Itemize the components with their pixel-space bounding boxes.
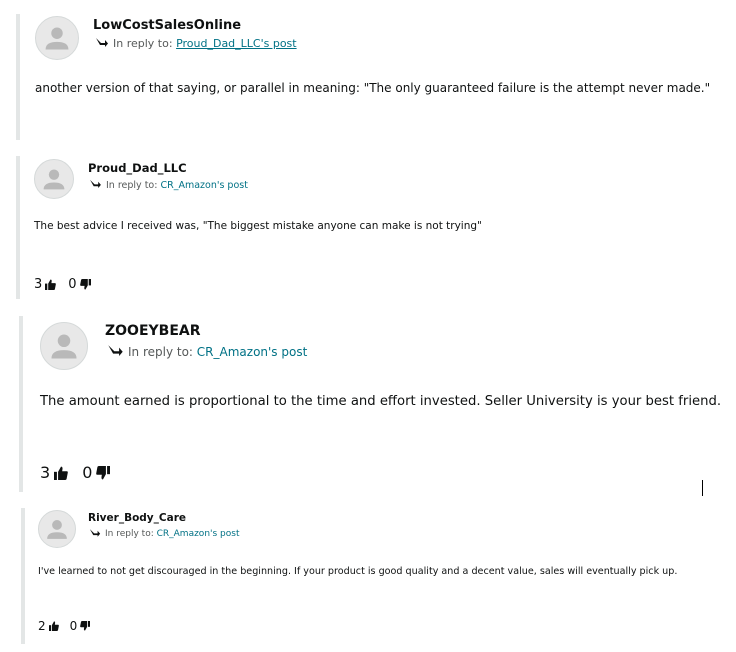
downvote-count: 0 <box>69 619 78 633</box>
downvote-button[interactable]: 0 <box>68 277 91 292</box>
vote-controls: 2 0 <box>38 619 91 633</box>
thread-bar <box>21 508 25 644</box>
author-name[interactable]: LowCostSalesOnline <box>93 18 241 33</box>
avatar[interactable] <box>38 510 76 548</box>
reply-prefix: In reply to: <box>128 344 193 359</box>
thumbs-up-icon <box>54 466 68 480</box>
post-text: another version of that saying, or paral… <box>35 81 711 95</box>
reply-prefix: In reply to: <box>105 529 154 539</box>
post-text: The best advice I received was, "The big… <box>34 220 482 232</box>
vote-controls: 3 0 <box>34 277 91 292</box>
avatar[interactable] <box>35 16 79 60</box>
downvote-count: 0 <box>82 463 93 482</box>
user-silhouette-icon <box>43 169 65 190</box>
user-silhouette-icon <box>47 520 67 539</box>
reply-arrow-icon <box>89 528 101 540</box>
reply-arrow-icon <box>95 37 109 50</box>
thumbs-down-icon <box>80 621 91 631</box>
reply-prefix: In reply to: <box>113 37 173 50</box>
reply-target-link[interactable]: Proud_Dad_LLC's post <box>176 37 297 50</box>
reply-info: In reply to: Proud_Dad_LLC's post <box>95 37 297 50</box>
downvote-button[interactable]: 0 <box>70 619 91 633</box>
forum-thread: LowCostSalesOnline In reply to: Proud_Da… <box>0 0 736 652</box>
downvote-count: 0 <box>68 277 77 292</box>
author-name[interactable]: River_Body_Care <box>88 512 186 524</box>
user-silhouette-icon <box>45 27 69 50</box>
upvote-button[interactable]: 3 <box>34 277 57 292</box>
thread-bar <box>19 316 23 492</box>
reply-target-link[interactable]: CR_Amazon's post <box>157 529 240 539</box>
reply-info: In reply to: CR_Amazon's post <box>89 179 248 191</box>
text-cursor <box>702 480 703 496</box>
author-name[interactable]: ZOOEYBEAR <box>105 323 201 339</box>
reply-post: ZOOEYBEAR In reply to: CR_Amazon's post … <box>19 316 722 492</box>
post-text: I've learned to not get discouraged in t… <box>38 566 678 577</box>
author-name[interactable]: Proud_Dad_LLC <box>88 161 187 175</box>
upvote-button[interactable]: 2 <box>38 619 59 633</box>
reply-info: In reply to: CR_Amazon's post <box>89 528 239 540</box>
vote-controls: 3 0 <box>40 463 111 482</box>
thread-bar <box>16 14 20 140</box>
reply-info: In reply to: CR_Amazon's post <box>107 344 307 359</box>
upvote-count: 3 <box>40 463 51 482</box>
thumbs-down-icon <box>79 279 91 290</box>
reply-arrow-icon <box>89 179 102 191</box>
upvote-count: 3 <box>34 277 43 292</box>
downvote-button[interactable]: 0 <box>82 463 111 482</box>
reply-post: River_Body_Care In reply to: CR_Amazon's… <box>21 508 721 644</box>
avatar[interactable] <box>40 322 88 370</box>
reply-prefix: In reply to: <box>106 179 158 191</box>
reply-post: LowCostSalesOnline In reply to: Proud_Da… <box>16 14 716 140</box>
reply-target-link[interactable]: CR_Amazon's post <box>160 180 247 191</box>
avatar[interactable] <box>34 159 74 199</box>
thumbs-up-icon <box>48 621 59 631</box>
thumbs-up-icon <box>45 279 57 290</box>
thread-bar <box>16 156 20 299</box>
upvote-button[interactable]: 3 <box>40 463 68 482</box>
upvote-count: 2 <box>38 619 46 633</box>
thumbs-down-icon <box>96 465 111 480</box>
user-silhouette-icon <box>51 334 77 359</box>
reply-arrow-icon <box>107 344 124 359</box>
reply-target-link[interactable]: CR_Amazon's post <box>197 345 308 359</box>
reply-post: Proud_Dad_LLC In reply to: CR_Amazon's p… <box>16 156 716 299</box>
post-text: The amount earned is proportional to the… <box>40 394 722 409</box>
